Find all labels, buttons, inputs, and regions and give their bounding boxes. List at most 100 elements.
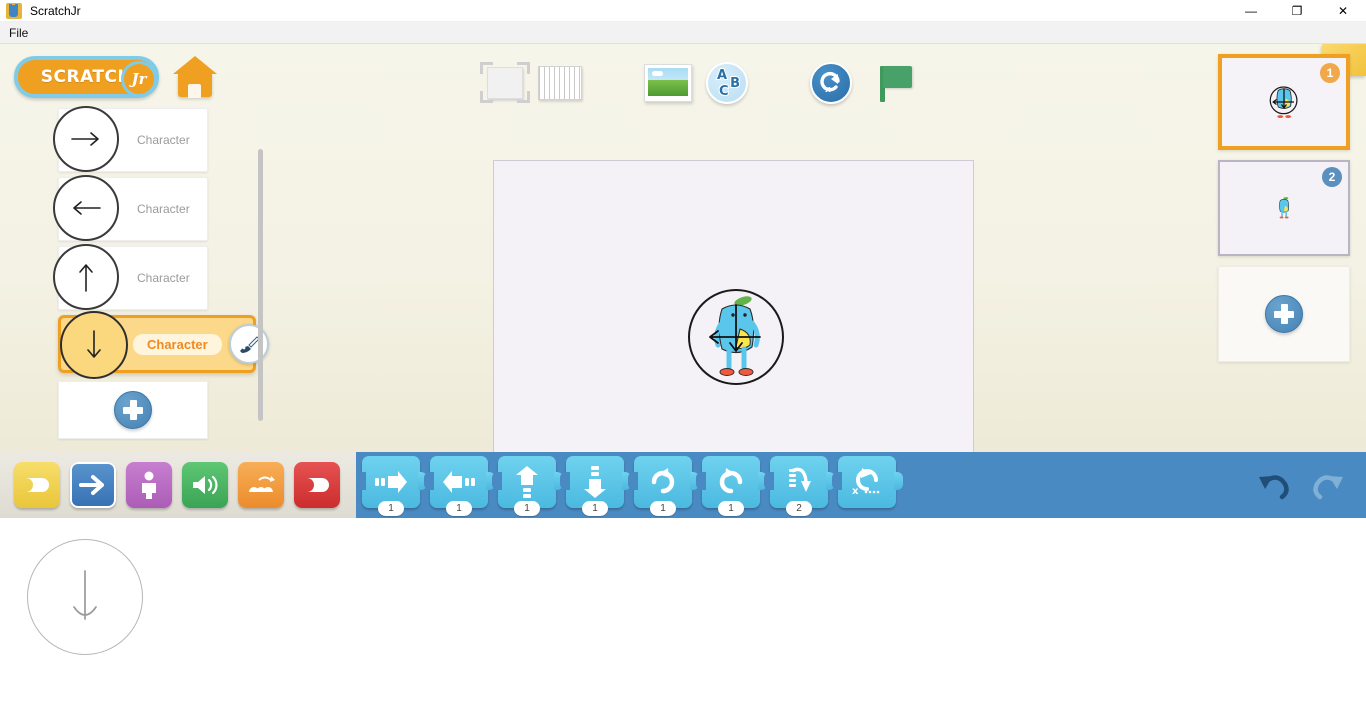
window-title: ScratchJr — [30, 3, 81, 18]
dragged-character-thumbnail[interactable] — [27, 539, 143, 655]
arrow-left-icon — [53, 175, 119, 241]
scripting-area: 1 1 1 1 1 1 2 x — [0, 452, 1366, 518]
add-page-button[interactable] — [1218, 266, 1350, 362]
fullscreen-icon — [478, 61, 532, 105]
character-item-3[interactable]: Character — [53, 244, 208, 310]
category-motion[interactable] — [70, 462, 116, 508]
block-turn-right[interactable]: 1 — [628, 456, 699, 516]
arrow-right-icon — [53, 106, 119, 172]
green-flag-icon — [874, 62, 914, 104]
scratchjr-app-area: SCRATCH Jr A B C x Character Character C… — [0, 44, 1366, 452]
maximize-button[interactable]: ❐ — [1274, 0, 1320, 22]
character-item-4[interactable]: Character — [58, 311, 269, 379]
character-list: Character Character Character Character — [53, 106, 269, 439]
green-flag-button[interactable] — [852, 54, 914, 112]
fullscreen-button[interactable] — [478, 54, 532, 112]
scratchjr-cat-icon — [6, 2, 22, 19]
page-list: 1 2 — [1218, 54, 1358, 362]
menu-bar: File — [0, 22, 1366, 44]
undo-button[interactable] — [1254, 464, 1294, 504]
move-down-icon — [584, 466, 606, 498]
arrow-down-icon — [73, 570, 97, 620]
character-item-1[interactable]: Character — [53, 106, 208, 172]
add-text-icon: A B C — [706, 62, 748, 104]
category-sound[interactable] — [182, 462, 228, 508]
redo-button[interactable] — [1308, 464, 1348, 504]
redo-icon — [1313, 475, 1343, 500]
background-image-icon — [644, 64, 692, 102]
turn-right-icon — [651, 468, 675, 494]
scratchjr-window: ScratchJr — ❐ ✕ File SCRATCH Jr A B C x … — [0, 0, 1366, 728]
add-character-button[interactable] — [58, 381, 208, 439]
block-param[interactable]: 1 — [718, 501, 744, 516]
svg-text:x: x — [825, 85, 831, 95]
stage-canvas[interactable] — [493, 160, 974, 452]
minimize-button[interactable]: — — [1228, 0, 1274, 22]
sound-speaker-icon — [193, 475, 218, 495]
control-loop-icon — [249, 476, 275, 492]
abc-letter-b: B — [729, 75, 741, 92]
background-button[interactable] — [582, 54, 692, 112]
block-param[interactable]: 1 — [650, 501, 676, 516]
block-param[interactable]: 1 — [582, 501, 608, 516]
category-control[interactable] — [238, 462, 284, 508]
abc-letter-a: A — [716, 67, 728, 84]
block-param[interactable]: 1 — [514, 501, 540, 516]
close-button[interactable]: ✕ — [1320, 0, 1366, 22]
abc-letter-c: C — [718, 83, 729, 100]
undo-redo-group — [1254, 464, 1348, 504]
grid-icon — [538, 66, 582, 100]
category-looks[interactable] — [126, 462, 172, 508]
character-item-label: Character — [133, 333, 222, 355]
plus-icon — [1265, 295, 1303, 333]
home-button[interactable] — [173, 56, 217, 98]
scratchjr-logo: SCRATCH Jr — [14, 56, 159, 98]
block-move-up[interactable]: 1 — [492, 456, 563, 516]
arrow-down-icon — [60, 311, 128, 379]
character-list-scrollbar[interactable] — [258, 149, 263, 421]
hop-icon — [789, 467, 811, 492]
page-number-badge: 2 — [1322, 167, 1342, 187]
plus-icon — [114, 391, 152, 429]
block-turn-left[interactable]: 1 — [696, 456, 767, 516]
page-thumbnail-1[interactable]: 1 — [1218, 54, 1350, 150]
add-text-button[interactable]: A B C — [692, 54, 748, 112]
block-param[interactable]: 2 — [786, 501, 812, 516]
go-home-icon: x — [852, 468, 880, 497]
block-move-right[interactable]: 1 — [356, 456, 427, 516]
block-param[interactable]: 1 — [378, 501, 404, 516]
brand-area: SCRATCH Jr — [14, 56, 217, 98]
end-block-icon — [307, 478, 329, 492]
move-left-icon — [443, 471, 475, 493]
logo-jr-badge: Jr — [121, 61, 157, 97]
page-2-preview — [1279, 197, 1290, 219]
block-palette: 1 1 1 1 1 1 2 x — [356, 456, 903, 516]
grid-button[interactable] — [532, 54, 582, 112]
paint-editor-icon[interactable] — [229, 324, 269, 364]
arrow-up-icon — [53, 244, 119, 310]
block-hop[interactable]: 2 — [764, 456, 835, 516]
trigger-hat-icon — [26, 478, 49, 492]
turn-left-icon — [719, 468, 743, 494]
menu-file[interactable]: File — [0, 24, 37, 42]
character-item-label: Character — [137, 202, 190, 216]
block-param[interactable]: 1 — [446, 501, 472, 516]
reset-all-icon: x — [810, 62, 852, 104]
block-go-home[interactable]: x — [832, 456, 903, 508]
logo-text: SCRATCH — [40, 67, 133, 87]
character-item-2[interactable]: Character — [53, 175, 208, 241]
block-category-bar — [0, 452, 356, 518]
looks-person-icon — [142, 471, 156, 499]
home-door-icon — [188, 84, 201, 98]
reset-all-button[interactable]: x — [748, 54, 852, 112]
category-end[interactable] — [294, 462, 340, 508]
block-move-left[interactable]: 1 — [424, 456, 495, 516]
page-number-badge: 1 — [1320, 63, 1340, 83]
category-triggers[interactable] — [14, 462, 60, 508]
blue-bird-character[interactable] — [688, 289, 784, 385]
page-thumbnail-2[interactable]: 2 — [1218, 160, 1350, 256]
sprite-selection-ring — [688, 289, 784, 385]
stage-toolbar: A B C x — [478, 54, 914, 112]
block-move-down[interactable]: 1 — [560, 456, 631, 516]
character-item-label: Character — [137, 133, 190, 147]
